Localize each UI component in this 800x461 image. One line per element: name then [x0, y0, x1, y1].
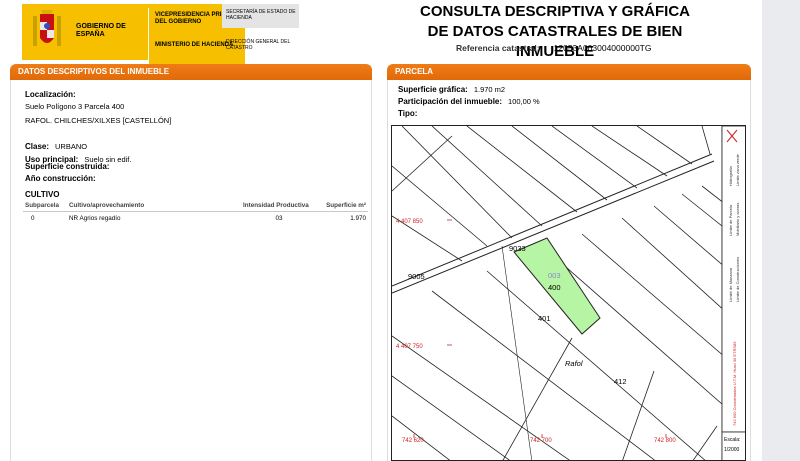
direccion-text: DIRECCIÓN GENERAL DEL CATASTRO [226, 39, 291, 51]
ref-label: Referencia catastral: [456, 43, 540, 53]
col-intensidad: Intensidad Productiva [241, 200, 317, 212]
parcel-label-400: 400 [548, 283, 561, 292]
parcela-panel: Superficie gráfica: 1.970 m2 Participació… [387, 80, 751, 461]
cell-subparcela: 0 [31, 215, 35, 222]
government-logo-block: GOBIERNO DE ESPAÑA VICEPRESIDENCIA PRIME… [22, 4, 245, 64]
map-legend: Límite de Parcela Mobiliario y aceras Hi… [721, 126, 745, 433]
participacion-value: 100,00 % [508, 97, 540, 106]
ref-value: 12053A003004000000TG [553, 43, 652, 53]
localizacion-label: Localización: [25, 90, 76, 99]
col-subparcela: Subparcela [23, 200, 67, 212]
datos-section-header: DATOS DESCRIPTIVOS DEL INMUEBLE [10, 64, 372, 80]
title-line-2: DE DATOS CATASTRALES DE BIEN INMUEBLE [427, 23, 683, 60]
legend-zona-verde: Límite zona verde [735, 153, 740, 186]
table-row: 0 NR Agrios regadío 03 1.970 [23, 212, 368, 226]
legend-coord-system: 742 600 Coordenadas U.T.M. Huso 30 ETRS8… [732, 341, 737, 426]
secretaria-block: SECRETARÍA DE ESTADO DE HACIENDA [222, 4, 299, 28]
coord-bottom-2: 742 700 [530, 438, 552, 444]
parcel-label-003: 003 [548, 271, 561, 280]
cadastral-map-svg: 9033 9005 003 400 401 412 Rafol 4 407 85… [392, 126, 745, 460]
parcel-label-401: 401 [538, 314, 551, 323]
col-cultivo: Cultivo/aprovechamiento [67, 200, 241, 212]
cultivo-title: CULTIVO [25, 190, 60, 199]
sup-grafica-value: 1.970 m2 [473, 85, 506, 94]
ano-construccion-label: Año construcción: [25, 174, 96, 183]
page: GOBIERNO DE ESPAÑA VICEPRESIDENCIA PRIME… [0, 0, 762, 461]
cell-intensidad: 03 [275, 215, 283, 222]
col-superficie: Superficie m² [317, 200, 368, 212]
tipo-label: Tipo: [398, 109, 418, 118]
cadastral-map[interactable]: 9033 9005 003 400 401 412 Rafol 4 407 85… [391, 125, 746, 461]
coat-of-arms-icon [33, 10, 61, 46]
legend-mobiliario: Mobiliario y aceras [735, 203, 740, 236]
gobierno-text: GOBIERNO DE ESPAÑA [76, 23, 126, 38]
superficie-construida-label: Superficie construida: [25, 162, 110, 171]
scrollbar-track[interactable] [762, 0, 800, 461]
parcel-label-9005: 9005 [408, 272, 425, 281]
coord-bottom-1: 742 620 [402, 438, 424, 444]
cell-superficie: 1.970 [350, 215, 366, 222]
datos-panel: Localización: Suelo Polígono 3 Parcela 4… [10, 80, 372, 461]
legend-limite-parcela: Límite de Parcela [728, 204, 733, 236]
map-scale: Escala: 1/2000 [721, 431, 745, 460]
cultivo-table: Subparcela Cultivo/aprovechamiento Inten… [23, 200, 368, 225]
coord-left-top: 4 407 850 [396, 219, 423, 225]
superficie-grafica-row: Superficie gráfica: 1.970 m2 [398, 85, 505, 94]
sup-grafica-label: Superficie gráfica: [398, 85, 468, 94]
secretaria-text: SECRETARÍA DE ESTADO DE HACIENDA [226, 9, 296, 21]
title-line-1: CONSULTA DESCRIPTIVA Y GRÁFICA [419, 3, 690, 20]
parcela-section-header: PARCELA [387, 64, 751, 80]
parcel-label-412: 412 [614, 377, 627, 386]
coord-bottom-3: 742 800 [654, 438, 676, 444]
legend-limite-construcciones: Límite de Construcciones [735, 257, 740, 302]
scale-label: Escala: [724, 437, 740, 443]
tipo-row: Tipo: [398, 109, 423, 118]
scale-value: 1/2000 [724, 447, 740, 453]
participacion-row: Participación del inmueble: 100,00 % [398, 97, 540, 106]
page-title: CONSULTA DESCRIPTIVA Y GRÁFICA DE DATOS … [390, 2, 720, 62]
cell-cultivo: NR Agrios regadío [69, 215, 121, 222]
localizacion-line-2: RAFOL. CHILCHES/XILXES [CASTELLÓN] [25, 116, 172, 125]
parcel-label-rafol: Rafol [565, 359, 583, 368]
parcel-label-9033: 9033 [509, 244, 526, 253]
legend-limite-manzana: Límite de Manzana [728, 267, 733, 302]
legend-hidrografia: Hidrografía [728, 165, 733, 186]
referencia-catastral: Referencia catastral: 12053A003004000000T… [456, 43, 651, 53]
localizacion-line-1: Suelo Polígono 3 Parcela 400 [25, 102, 125, 111]
coord-left-bottom: 4 407 750 [396, 344, 423, 350]
participacion-label: Participación del inmueble: [398, 97, 503, 106]
cultivo-header-row: Subparcela Cultivo/aprovechamiento Inten… [23, 200, 368, 212]
